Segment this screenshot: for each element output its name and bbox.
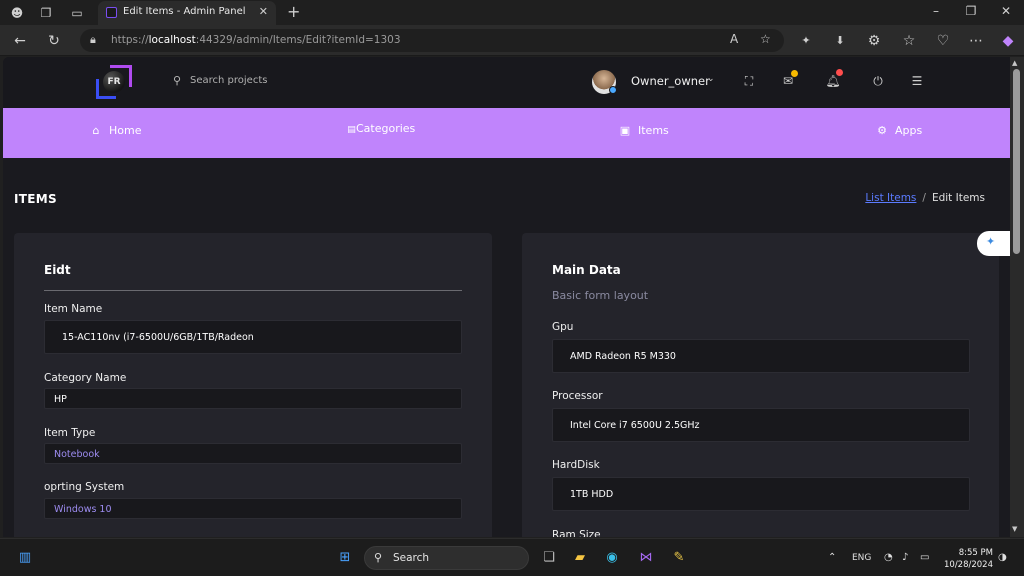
wifi-icon[interactable]: ◔ (884, 552, 893, 563)
item-name-label: Item Name (44, 303, 103, 315)
minimize-icon[interactable]: – (926, 4, 946, 18)
gpu-field[interactable]: AMD Radeon R5 M330 (552, 339, 970, 373)
operating-system-field[interactable]: Windows 10 (44, 498, 462, 519)
divider (44, 290, 462, 291)
taskbar-search[interactable]: ⚲ Search (364, 546, 529, 570)
extensions-puzzle-icon[interactable]: ⚙ (864, 31, 884, 51)
item-name-field[interactable]: 15-AC110nv (i7-6500U/6GB/1TB/Radeon (44, 320, 462, 354)
brand-logo[interactable]: FR (96, 65, 132, 101)
category-name-field[interactable]: HP (44, 388, 462, 409)
url-text[interactable]: https://localhost:44329/admin/Items/Edit… (111, 34, 401, 46)
app-icon[interactable]: ✎ (669, 548, 689, 568)
taskbar-search-label: Search (393, 552, 430, 564)
bell-badge (836, 69, 843, 76)
item-type-field[interactable]: Notebook (44, 443, 462, 464)
file-explorer-icon[interactable]: ▰ (570, 548, 590, 568)
main-data-card: Main Data Basic form layout Gpu AMD Rade… (522, 233, 999, 537)
fullscreen-icon[interactable]: ⛶ (740, 72, 758, 90)
search-icon: ⚲ (374, 551, 383, 564)
visual-studio-icon[interactable]: ⋈ (636, 548, 656, 568)
processor-field[interactable]: Intel Core i7 6500U 2.5GHz (552, 408, 970, 442)
breadcrumb-link-list-items[interactable]: List Items (865, 192, 916, 204)
profile-icon[interactable]: ☻ (8, 4, 26, 22)
address-bar[interactable]: 🔒︎ https://localhost:44329/admin/Items/E… (80, 29, 784, 52)
scroll-up-icon[interactable]: ▲ (1012, 59, 1017, 67)
main-nav: ⌂ Home ▤Categories ▣ Items ⚙ Apps (3, 108, 1010, 158)
widgets-icon[interactable]: ▥ (15, 548, 35, 568)
more-icon[interactable]: ⋯ (966, 31, 986, 51)
nav-item-home[interactable]: ⌂ Home (89, 124, 142, 137)
read-aloud-icon[interactable]: A (730, 32, 738, 46)
breadcrumb-current: Edit Items (931, 192, 985, 204)
gear-icon: ⚙ (877, 124, 887, 137)
browser-toolbar: ← ↻ 🔒︎ https://localhost:44329/admin/Ite… (0, 25, 1024, 56)
web-page: FR ⚲ Owner_owner ⌄ ⛶ ✉ 🔔︎ ⏻ ☰ ⌂Home ▤Cat… (3, 57, 1010, 537)
category-name-label: Category Name (44, 372, 127, 384)
user-name[interactable]: Owner_owner (631, 74, 710, 88)
processor-label: Processor (552, 390, 603, 402)
volume-icon[interactable]: ♪ (902, 552, 908, 563)
droplet-icon: ✦ (986, 235, 996, 248)
search-icon: ⚲ (173, 74, 182, 87)
edge-icon[interactable]: ◉ (602, 548, 622, 568)
nav-item-apps[interactable]: ⚙ Apps (875, 124, 922, 137)
breadcrumb: List Items / Edit Items (865, 192, 985, 204)
card-title: Eidt (44, 263, 71, 277)
admin-topbar: FR ⚲ Owner_owner ⌄ ⛶ ✉ 🔔︎ ⏻ ☰ (3, 57, 1010, 108)
tab-title: Edit Items - Admin Panel (123, 6, 246, 17)
bag-icon: ▣ (619, 124, 631, 137)
power-icon[interactable]: ⏻ (869, 72, 887, 90)
heart-pulse-icon[interactable]: ♡ (933, 31, 953, 51)
tab-actions-icon[interactable]: ▭ (68, 4, 86, 22)
scroll-down-icon[interactable]: ▼ (1012, 525, 1017, 533)
windows-taskbar: ▥ ⊞ ⚲ Search ❏ ▰ ◉ ⋈ ✎ ⌃ ENG ◔ ♪ ▭ 8:55 … (0, 538, 1024, 576)
language-indicator[interactable]: ENG (852, 553, 871, 563)
scrollbar-thumb[interactable] (1013, 69, 1020, 254)
refresh-icon[interactable]: ↻ (44, 31, 64, 51)
tray-overflow-icon[interactable]: ⌃ (828, 552, 836, 563)
card-title: Main Data (552, 263, 621, 277)
browser-tab[interactable]: Edit Items - Admin Panel ✕ (98, 1, 276, 25)
collections-icon[interactable]: ❐ (37, 4, 55, 22)
theme-customizer-button[interactable]: ✦ (977, 231, 1010, 256)
new-tab-icon[interactable]: + (287, 2, 300, 21)
edit-card: Eidt Item Name 15-AC110nv (i7-6500U/6GB/… (14, 233, 492, 537)
harddisk-label: HardDisk (552, 459, 600, 471)
favorite-star-icon[interactable]: ☆ (760, 32, 771, 46)
task-view-icon[interactable]: ❏ (539, 548, 559, 568)
notifications-icon[interactable]: ◑ (998, 552, 1007, 563)
start-icon[interactable]: ⊞ (335, 548, 355, 568)
mail-badge (791, 70, 798, 77)
battery-icon[interactable]: ▭ (920, 552, 929, 563)
harddisk-field[interactable]: 1TB HDD (552, 477, 970, 511)
page-scrollbar[interactable]: ▲ ▼ (1010, 57, 1024, 537)
back-icon[interactable]: ← (10, 31, 30, 51)
nav-item-items[interactable]: ▣ Items (618, 124, 669, 137)
nav-item-categories[interactable]: ▤Categories (347, 122, 415, 135)
tab-favicon-icon (106, 7, 117, 18)
categories-icon: ▤ (347, 125, 356, 135)
tab-close-icon[interactable]: ✕ (259, 5, 268, 18)
window-close-icon[interactable]: ✕ (996, 4, 1016, 18)
favorites-icon[interactable]: ☆ (899, 31, 919, 51)
download-ext-icon[interactable]: ⬇ (830, 31, 850, 51)
card-subtitle: Basic form layout (552, 289, 649, 302)
copilot-icon[interactable]: ◆ (998, 31, 1018, 51)
extension-icon[interactable]: ✦ (796, 31, 816, 51)
chevron-down-icon[interactable]: ⌄ (707, 74, 715, 84)
avatar[interactable] (592, 70, 617, 94)
clock[interactable]: 8:55 PM 10/28/2024 (943, 547, 993, 571)
search-input[interactable] (190, 75, 350, 86)
operating-system-label: oprting System (44, 481, 125, 493)
lock-icon[interactable]: 🔒︎ (90, 33, 96, 47)
home-icon: ⌂ (92, 124, 100, 137)
browser-tab-strip: ☻ ❐ ▭ Edit Items - Admin Panel ✕ + – ❐ ✕ (0, 0, 1024, 25)
page-title: ITEMS (14, 192, 57, 206)
gpu-label: Gpu (552, 321, 574, 333)
ram-size-label: Ram Size (552, 529, 601, 537)
restore-icon[interactable]: ❐ (961, 4, 981, 18)
item-type-label: Item Type (44, 427, 96, 439)
menu-list-icon[interactable]: ☰ (908, 72, 926, 90)
